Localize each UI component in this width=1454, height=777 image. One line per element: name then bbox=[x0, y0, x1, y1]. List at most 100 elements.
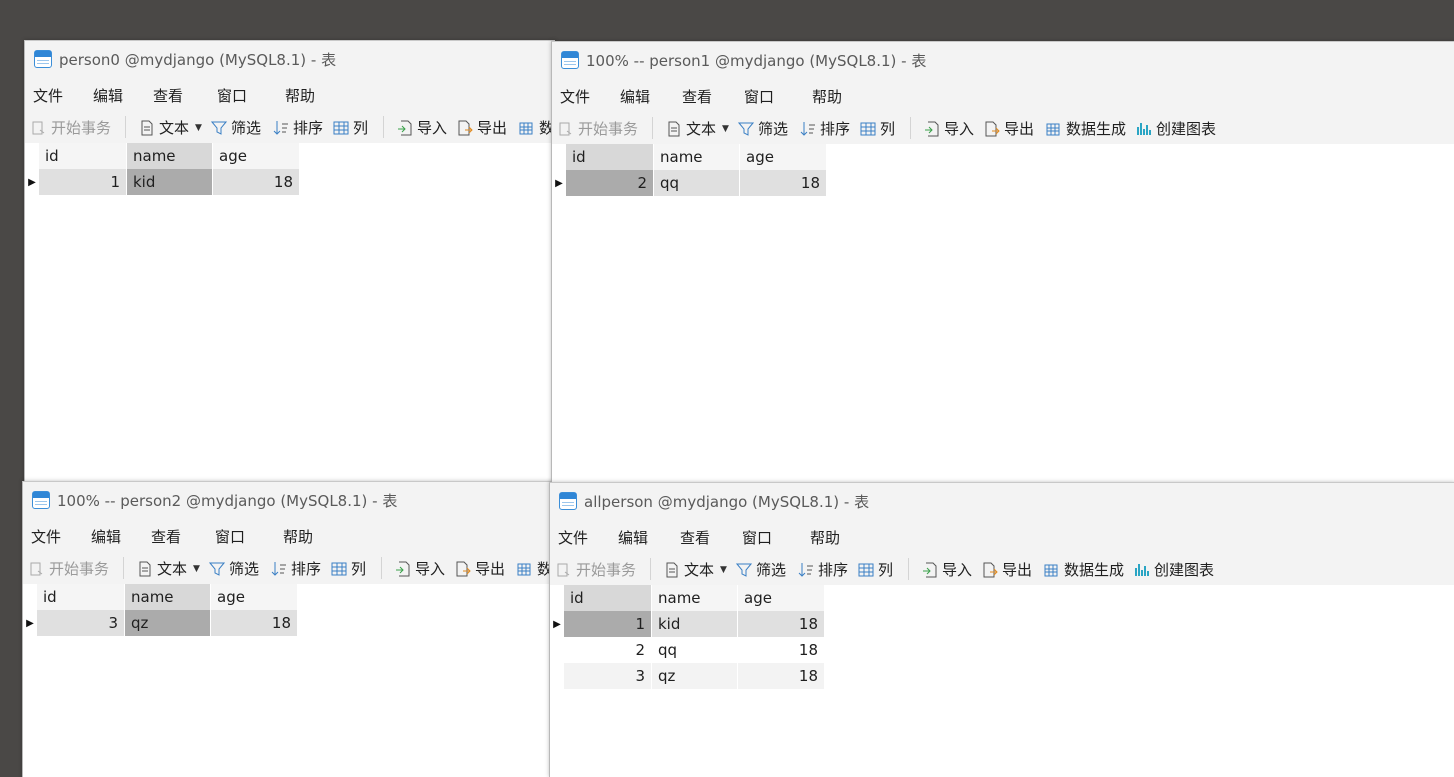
menu-help[interactable]: 帮助 bbox=[285, 85, 315, 106]
column-header-name[interactable]: name bbox=[127, 143, 213, 169]
cell-age[interactable]: 18 bbox=[738, 663, 825, 689]
column-header-id[interactable]: id bbox=[564, 585, 652, 611]
menu-edit[interactable]: 编辑 bbox=[91, 526, 121, 547]
menu-window[interactable]: 窗口 bbox=[744, 86, 774, 107]
title-bar[interactable]: allperson @mydjango (MySQL8.1) - 表 bbox=[550, 483, 1454, 519]
column-header-age[interactable]: age bbox=[740, 144, 827, 170]
transaction-icon bbox=[30, 562, 43, 575]
menu-edit[interactable]: 编辑 bbox=[618, 527, 648, 548]
data-generation-button[interactable]: 数据生成 bbox=[1044, 559, 1124, 580]
filter-button[interactable]: 筛选 bbox=[738, 118, 788, 139]
column-header-age[interactable]: age bbox=[738, 585, 825, 611]
menu-file[interactable]: 文件 bbox=[31, 526, 61, 547]
title-bar[interactable]: person0 @mydjango (MySQL8.1) - 表 bbox=[25, 41, 555, 77]
cell-age[interactable]: 18 bbox=[213, 169, 300, 195]
cell-id[interactable]: 2 bbox=[566, 170, 654, 196]
sort-button[interactable]: 排序 bbox=[273, 117, 323, 138]
data-generation-label: 数据生成 bbox=[1066, 120, 1127, 138]
menu-window[interactable]: 窗口 bbox=[215, 526, 245, 547]
column-header-id[interactable]: id bbox=[566, 144, 654, 170]
menu-window[interactable]: 窗口 bbox=[742, 527, 772, 548]
data-generation-button[interactable]: 数 bbox=[519, 117, 554, 138]
table-row[interactable]: ▶ 1 kid 18 bbox=[25, 169, 301, 195]
cell-id[interactable]: 3 bbox=[37, 610, 125, 636]
menu-file[interactable]: 文件 bbox=[560, 86, 590, 107]
cell-name[interactable]: kid bbox=[652, 611, 738, 637]
export-button[interactable]: 导出 bbox=[982, 559, 1032, 580]
cell-age[interactable]: 18 bbox=[211, 610, 298, 636]
menu-edit[interactable]: 编辑 bbox=[620, 86, 650, 107]
cell-age[interactable]: 18 bbox=[738, 611, 825, 637]
menu-edit[interactable]: 编辑 bbox=[93, 85, 123, 106]
menu-help[interactable]: 帮助 bbox=[810, 527, 840, 548]
import-button[interactable]: 导入 bbox=[395, 558, 445, 579]
export-button[interactable]: 导出 bbox=[455, 558, 505, 579]
cell-name[interactable]: qz bbox=[652, 663, 738, 689]
sort-button[interactable]: 排序 bbox=[798, 559, 848, 580]
begin-transaction-button[interactable]: 开始事务 bbox=[29, 558, 109, 579]
columns-button[interactable]: 列 bbox=[333, 117, 368, 138]
import-button[interactable]: 导入 bbox=[397, 117, 447, 138]
data-generation-button[interactable]: 数据生成 bbox=[1046, 118, 1126, 139]
cell-id[interactable]: 3 bbox=[564, 663, 652, 689]
text-button[interactable]: 文本 ▼ bbox=[137, 558, 200, 579]
menu-file[interactable]: 文件 bbox=[33, 85, 63, 106]
cell-age[interactable]: 18 bbox=[738, 637, 825, 663]
text-button[interactable]: 文本 ▼ bbox=[139, 117, 202, 138]
column-header-id[interactable]: id bbox=[37, 584, 125, 610]
chart-icon bbox=[1135, 563, 1149, 576]
cell-name[interactable]: qq bbox=[652, 637, 738, 663]
title-bar[interactable]: 100% -- person1 @mydjango (MySQL8.1) - 表 bbox=[552, 42, 1454, 78]
cell-id[interactable]: 1 bbox=[564, 611, 652, 637]
begin-transaction-button[interactable]: 开始事务 bbox=[31, 117, 111, 138]
cell-id[interactable]: 2 bbox=[564, 637, 652, 663]
menu-help[interactable]: 帮助 bbox=[283, 526, 313, 547]
text-button[interactable]: 文本 ▼ bbox=[664, 559, 727, 580]
menu-view[interactable]: 查看 bbox=[680, 527, 710, 548]
menu-file[interactable]: 文件 bbox=[558, 527, 588, 548]
begin-transaction-button[interactable]: 开始事务 bbox=[558, 118, 638, 139]
create-chart-button[interactable]: 创建图表 bbox=[1136, 118, 1216, 139]
sort-button[interactable]: 排序 bbox=[800, 118, 850, 139]
filter-button[interactable]: 筛选 bbox=[736, 559, 786, 580]
columns-button[interactable]: 列 bbox=[331, 558, 366, 579]
cell-id[interactable]: 1 bbox=[39, 169, 127, 195]
filter-button[interactable]: 筛选 bbox=[211, 117, 261, 138]
import-button[interactable]: 导入 bbox=[922, 559, 972, 580]
begin-transaction-button[interactable]: 开始事务 bbox=[556, 559, 636, 580]
column-header-age[interactable]: age bbox=[211, 584, 298, 610]
table-row[interactable]: 3 qz 18 bbox=[550, 663, 826, 689]
cell-name[interactable]: qq bbox=[654, 170, 740, 196]
menu-help[interactable]: 帮助 bbox=[812, 86, 842, 107]
create-chart-button[interactable]: 创建图表 bbox=[1134, 559, 1214, 580]
menu-view[interactable]: 查看 bbox=[153, 85, 183, 106]
cell-name[interactable]: kid bbox=[127, 169, 213, 195]
cell-age[interactable]: 18 bbox=[740, 170, 827, 196]
column-header-name[interactable]: name bbox=[652, 585, 738, 611]
import-label: 导入 bbox=[417, 119, 448, 137]
sort-button[interactable]: 排序 bbox=[271, 558, 321, 579]
table-row[interactable]: ▶ 3 qz 18 bbox=[23, 610, 299, 636]
column-header-name[interactable]: name bbox=[125, 584, 211, 610]
filter-button[interactable]: 筛选 bbox=[209, 558, 259, 579]
data-generation-button[interactable]: 数 bbox=[517, 558, 552, 579]
table-row[interactable]: ▶ 2 qq 18 bbox=[552, 170, 828, 196]
menu-view[interactable]: 查看 bbox=[151, 526, 181, 547]
export-button[interactable]: 导出 bbox=[457, 117, 507, 138]
cell-name[interactable]: qz bbox=[125, 610, 211, 636]
column-header-name[interactable]: name bbox=[654, 144, 740, 170]
menu-view[interactable]: 查看 bbox=[682, 86, 712, 107]
table-row[interactable]: ▶ 1 kid 18 bbox=[550, 611, 826, 637]
export-icon bbox=[983, 562, 998, 577]
title-bar[interactable]: 100% -- person2 @mydjango (MySQL8.1) - 表 bbox=[23, 482, 555, 518]
export-button[interactable]: 导出 bbox=[984, 118, 1034, 139]
text-button[interactable]: 文本 ▼ bbox=[666, 118, 729, 139]
columns-button[interactable]: 列 bbox=[860, 118, 895, 139]
sort-icon bbox=[273, 120, 288, 135]
column-header-id[interactable]: id bbox=[39, 143, 127, 169]
import-button[interactable]: 导入 bbox=[924, 118, 974, 139]
table-row[interactable]: 2 qq 18 bbox=[550, 637, 826, 663]
menu-window[interactable]: 窗口 bbox=[217, 85, 247, 106]
column-header-age[interactable]: age bbox=[213, 143, 300, 169]
columns-button[interactable]: 列 bbox=[858, 559, 893, 580]
